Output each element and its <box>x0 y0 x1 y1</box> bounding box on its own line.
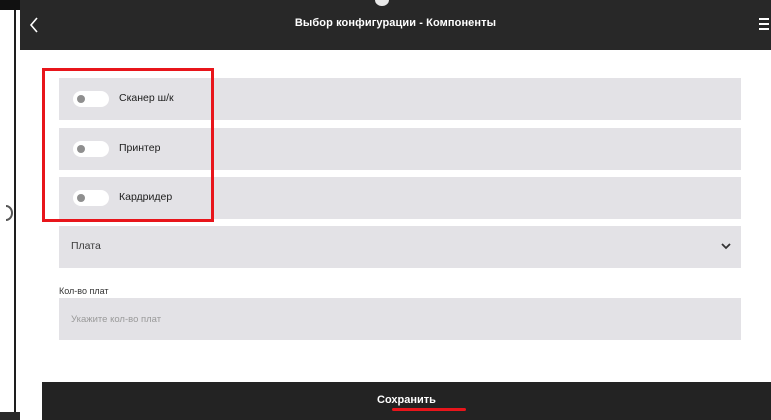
device-frame-bottom <box>0 412 22 420</box>
toggle-knob <box>77 145 85 153</box>
printer-toggle[interactable] <box>73 141 109 157</box>
component-label: Сканер ш/к <box>119 92 174 104</box>
chevron-down-icon[interactable] <box>719 239 733 253</box>
component-label: Принтер <box>119 142 161 154</box>
scanner-toggle[interactable] <box>73 91 109 107</box>
component-row-printer[interactable]: Принтер <box>59 128 741 170</box>
app-screen: Выбор конфигурации - Компоненты Сканер ш… <box>20 0 771 420</box>
page-title: Выбор конфигурации - Компоненты <box>294 17 497 29</box>
board-select[interactable]: Плата <box>59 226 741 268</box>
toggle-knob <box>77 95 85 103</box>
header-bar: Выбор конфигурации - Компоненты <box>20 0 771 50</box>
component-row-scanner[interactable]: Сканер ш/к <box>59 78 741 120</box>
toggle-knob <box>77 194 85 202</box>
board-select-value: Плата <box>71 240 101 252</box>
save-button[interactable]: Сохранить <box>42 382 771 420</box>
device-edge-arc <box>5 205 13 221</box>
camera-notch <box>375 0 389 6</box>
annotation-underline <box>392 408 466 411</box>
board-count-input[interactable] <box>59 298 741 340</box>
board-count-label: Кол-во плат <box>59 286 109 296</box>
component-row-cardreader[interactable]: Кардридер <box>59 177 741 219</box>
cardreader-toggle[interactable] <box>73 190 109 206</box>
save-button-label: Сохранить <box>377 394 436 406</box>
component-label: Кардридер <box>119 191 173 203</box>
hamburger-menu-icon[interactable] <box>759 18 769 32</box>
